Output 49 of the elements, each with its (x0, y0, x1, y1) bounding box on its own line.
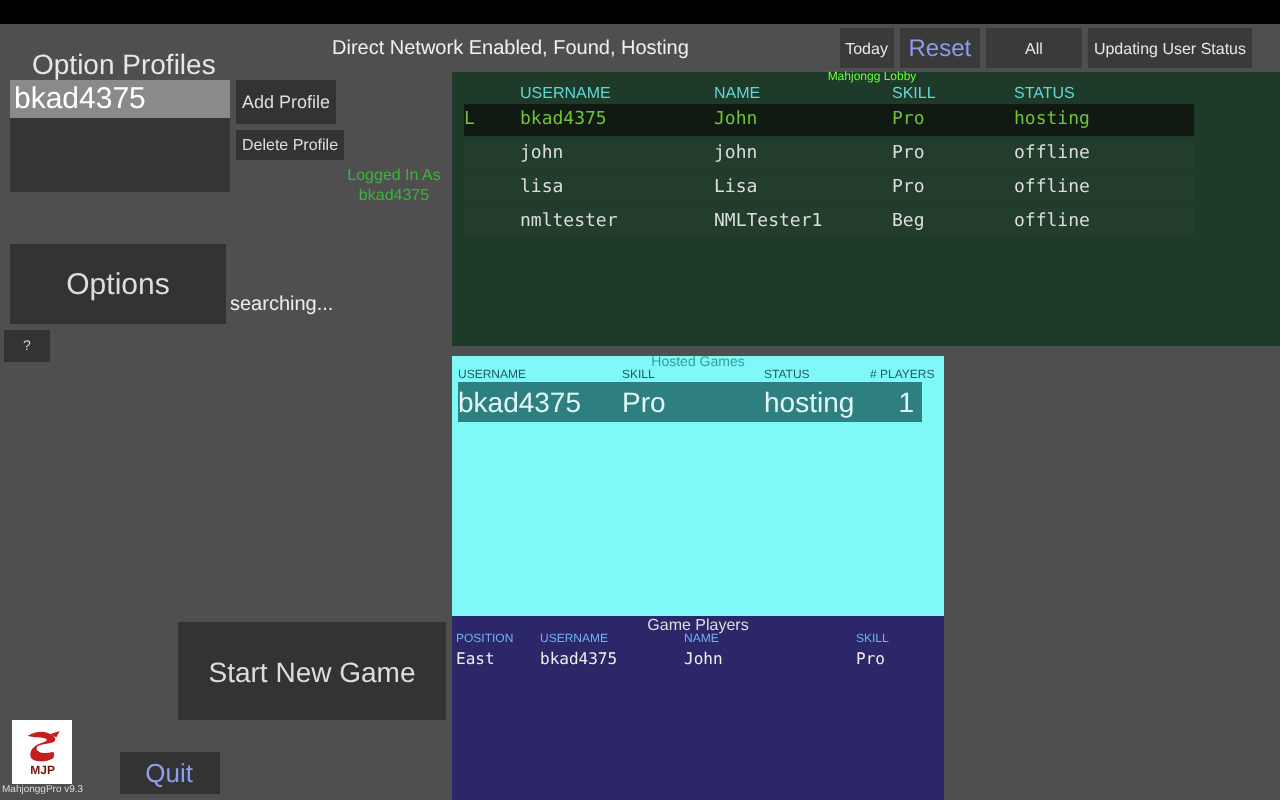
search-status: searching... (230, 294, 334, 317)
table-row[interactable]: lisa Lisa Pro offline (464, 172, 1194, 204)
table-cell-text: Pro (892, 178, 927, 198)
row-marker: L (464, 110, 477, 130)
table-row[interactable]: nmltester NMLTester1 Beg offline (464, 206, 1194, 238)
table-cell-text: lisa (520, 178, 566, 198)
table-cell-text: bkad4375 (458, 386, 584, 418)
toolbar-button[interactable]: Today (839, 28, 894, 68)
table-cell-text: 1 (896, 386, 916, 418)
table-cell-text: offline (1014, 178, 1092, 198)
delete-profile-button[interactable]: Delete Profile (236, 130, 345, 160)
column-header: SKILL (892, 84, 938, 102)
column-header: NAME (714, 84, 763, 102)
table-cell-text: nmltester (520, 212, 620, 232)
table-cell-text: bkad4375 (540, 650, 620, 668)
options-button[interactable]: Options (10, 244, 226, 325)
login-status: Logged In As bkad4375 (345, 166, 443, 205)
column-header: STATUS (1014, 84, 1077, 102)
toolbar-button[interactable]: Updating User Status (1087, 28, 1252, 68)
section-title: Option Profiles (30, 48, 218, 80)
table-cell-text: john (714, 144, 760, 164)
table-cell-text: East (456, 650, 497, 668)
table-cell-text: John (684, 650, 725, 668)
table-cell-text: Beg (892, 212, 927, 232)
network-status: Direct Network Enabled, Found, Hosting (332, 37, 691, 59)
table-cell-text: Pro (856, 650, 887, 668)
table-cell-text: bkad4375 (520, 110, 609, 130)
column-header: USERNAME (520, 84, 613, 102)
toolbar-button[interactable]: All (985, 28, 1082, 68)
start-game-button[interactable]: Start New Game (178, 622, 446, 720)
table-cell-text: hosting (764, 386, 857, 418)
table-row[interactable]: L bkad4375 John Pro hosting (464, 104, 1194, 136)
table-cell-text: Pro (622, 386, 668, 418)
table-row[interactable]: East bkad4375 John Pro (456, 650, 940, 668)
table-cell-text: offline (1014, 212, 1092, 232)
add-profile-button[interactable]: Add Profile (236, 80, 337, 124)
table-row[interactable]: bkad4375 Pro hosting 1 (458, 382, 922, 422)
table-cell-text: Pro (892, 110, 927, 130)
table-cell-text: hosting (1014, 110, 1092, 130)
table-cell-text: NMLTester1 (714, 212, 825, 232)
table-cell-text: john (520, 144, 566, 164)
table-cell-text: Lisa (714, 178, 760, 198)
table-cell-text: offline (1014, 144, 1092, 164)
table-row[interactable]: john john Pro offline (464, 138, 1194, 170)
quit-button[interactable]: Quit (119, 752, 220, 794)
toolbar-button[interactable]: Reset (899, 28, 980, 68)
table-cell-text: Pro (892, 144, 927, 164)
panel-title: Game Players (645, 616, 751, 634)
table-cell-text: John (714, 110, 760, 130)
